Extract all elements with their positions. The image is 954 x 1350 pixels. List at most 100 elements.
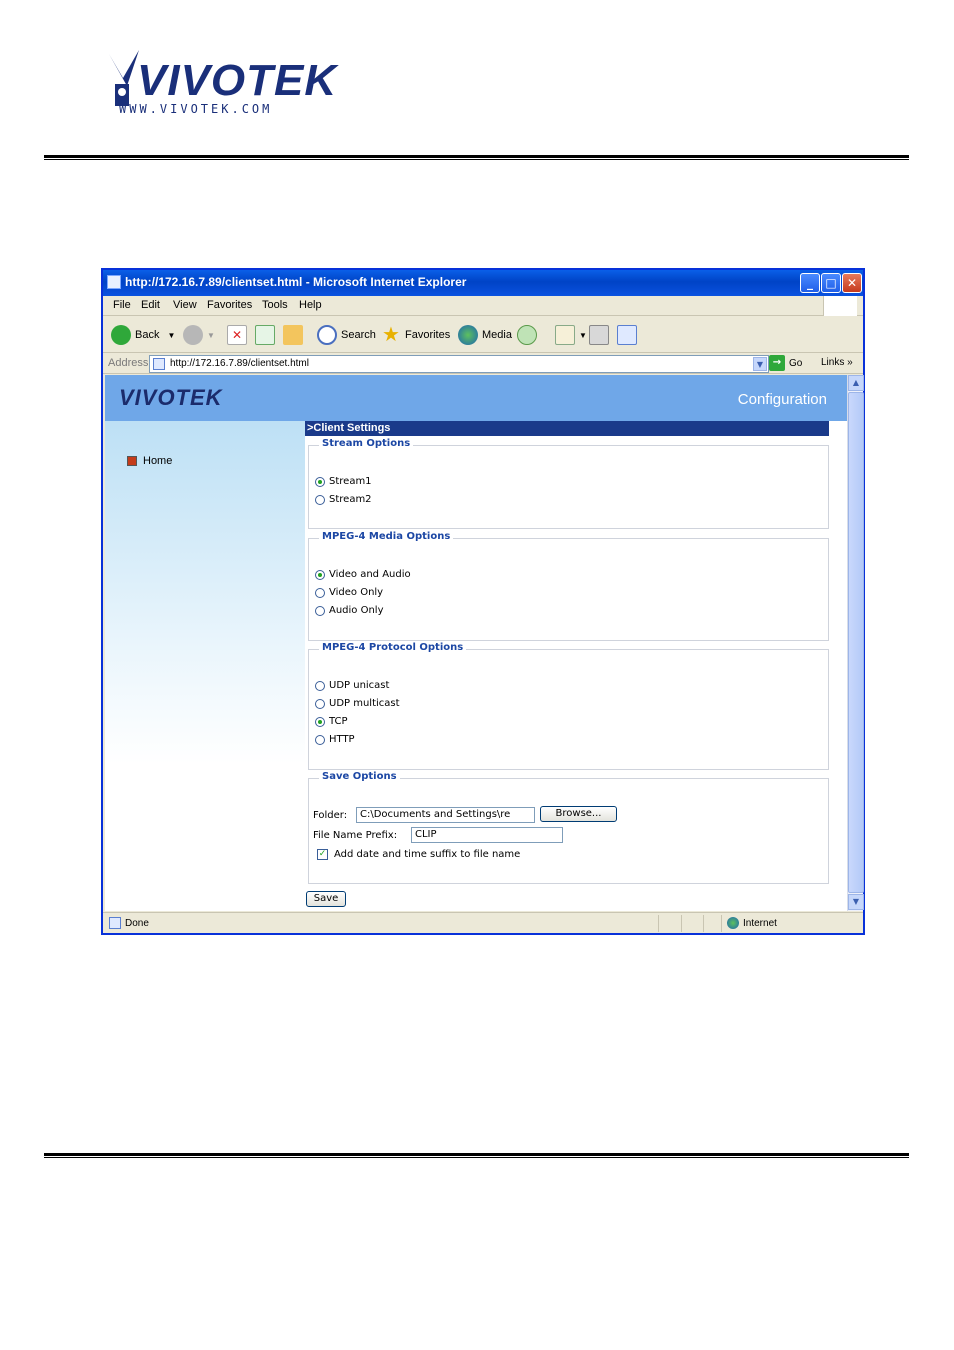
save-options-group: Save Options Folder: C:\Documents and Se… — [308, 771, 829, 884]
menu-file[interactable]: File — [113, 299, 131, 311]
status-divider — [658, 915, 659, 932]
menu-favorites[interactable]: Favorites — [207, 299, 252, 311]
radio-button-checked[interactable] — [315, 716, 325, 727]
status-bar: Done Internet — [103, 912, 863, 933]
menu-help[interactable]: Help — [299, 299, 322, 311]
address-dropdown-icon[interactable]: ▼ — [753, 357, 767, 371]
mail-button[interactable]: ▼ — [555, 323, 587, 347]
home-icon — [283, 325, 303, 345]
address-input[interactable]: http://172.16.7.89/clientset.html ▼ — [149, 355, 769, 373]
radio-button[interactable] — [315, 587, 325, 598]
scroll-up-icon[interactable]: ▲ — [848, 375, 864, 391]
arrow-right-icon — [127, 456, 137, 466]
page-icon — [153, 358, 165, 370]
nav-home-link[interactable]: Home — [127, 455, 172, 467]
back-dropdown-icon[interactable]: ▼ — [167, 331, 175, 340]
close-button[interactable]: ✕ — [842, 273, 862, 293]
printer-icon — [589, 325, 609, 345]
status-divider — [681, 915, 682, 932]
minimize-button[interactable]: _ — [800, 273, 820, 293]
radio-video-only[interactable]: Video Only — [315, 587, 383, 598]
scroll-down-icon[interactable]: ▼ — [848, 894, 864, 910]
radio-udp-multicast[interactable]: UDP multicast — [315, 698, 400, 709]
print-button[interactable] — [589, 323, 613, 347]
edit-button[interactable] — [617, 323, 641, 347]
go-button[interactable]: → Go — [769, 355, 802, 371]
scroll-thumb[interactable] — [848, 392, 864, 893]
checkbox-checked-icon[interactable]: ✓ — [317, 849, 328, 860]
radio-video-and-audio[interactable]: Video and Audio — [315, 569, 411, 580]
radio-button[interactable] — [315, 680, 325, 691]
page-done-icon — [109, 917, 121, 929]
radio-stream1[interactable]: Stream1 — [315, 476, 372, 487]
title-bar[interactable]: http://172.16.7.89/clientset.html - Micr… — [103, 270, 863, 296]
status-divider — [703, 915, 704, 932]
toolbar: Back ▼ ▼ ✕ Search ★ Favorites Media ▼ — [103, 317, 863, 353]
file-prefix-label: File Name Prefix: — [313, 830, 398, 841]
go-arrow-icon: → — [769, 355, 785, 371]
stop-button[interactable]: ✕ — [227, 323, 251, 347]
stop-icon: ✕ — [227, 325, 247, 345]
logo-url: WWW.VIVOTEK.COM — [119, 102, 273, 116]
back-button[interactable]: Back ▼ — [111, 323, 175, 347]
site-logo: VIVOTEK — [119, 385, 223, 410]
status-text: Done — [109, 917, 149, 929]
section-title: >Client Settings — [305, 421, 829, 436]
radio-udp-unicast[interactable]: UDP unicast — [315, 680, 389, 691]
vertical-scrollbar[interactable]: ▲ ▼ — [847, 375, 864, 911]
radio-stream2[interactable]: Stream2 — [315, 494, 372, 505]
menu-tools[interactable]: Tools — [262, 299, 288, 311]
media-options-legend: MPEG-4 Media Options — [319, 531, 454, 542]
suffix-checkbox-row[interactable]: ✓ Add date and time suffix to file name — [317, 849, 520, 860]
refresh-icon — [255, 325, 275, 345]
save-button[interactable]: Save — [306, 891, 346, 907]
radio-button[interactable] — [315, 698, 325, 709]
radio-button[interactable] — [315, 605, 325, 616]
back-arrow-icon — [111, 325, 131, 345]
search-icon — [317, 325, 337, 345]
configuration-title: Configuration — [737, 391, 827, 408]
logo-wordmark: VIVOTEK — [137, 56, 338, 105]
address-bar: Address http://172.16.7.89/clientset.htm… — [103, 354, 863, 374]
browse-button[interactable]: Browse... — [540, 806, 617, 822]
menu-bar: File Edit View Favorites Tools Help — [103, 296, 863, 316]
favorites-button[interactable]: ★ Favorites — [381, 323, 450, 347]
radio-audio-only[interactable]: Audio Only — [315, 605, 384, 616]
maximize-button[interactable]: □ — [821, 273, 841, 293]
address-url: http://172.16.7.89/clientset.html — [170, 358, 309, 369]
radio-button-checked[interactable] — [315, 569, 325, 580]
radio-button-checked[interactable] — [315, 476, 325, 487]
document-page: VIVOTEK WWW.VIVOTEK.COM http://172.16.7.… — [0, 0, 954, 1350]
file-prefix-input[interactable]: CLIP — [411, 827, 563, 843]
vivotek-logo: VIVOTEK WWW.VIVOTEK.COM — [105, 48, 336, 118]
stream-options-legend: Stream Options — [319, 438, 414, 449]
header-rule — [44, 155, 909, 160]
protocol-options-legend: MPEG-4 Protocol Options — [319, 642, 467, 653]
media-button[interactable]: Media — [458, 323, 512, 347]
search-button[interactable]: Search — [317, 323, 376, 347]
window-title: http://172.16.7.89/clientset.html - Micr… — [125, 275, 467, 289]
refresh-button[interactable] — [255, 323, 279, 347]
radio-tcp[interactable]: TCP — [315, 716, 348, 727]
media-options-group: MPEG-4 Media Options Video and Audio Vid… — [308, 531, 829, 641]
radio-button[interactable] — [315, 494, 325, 505]
menu-view[interactable]: View — [173, 299, 197, 311]
history-button[interactable] — [517, 323, 541, 347]
save-options-legend: Save Options — [319, 771, 400, 782]
home-button[interactable] — [283, 323, 307, 347]
forward-button[interactable]: ▼ — [183, 323, 215, 347]
mail-icon — [555, 325, 575, 345]
protocol-options-group: MPEG-4 Protocol Options UDP unicast UDP … — [308, 642, 829, 770]
radio-http[interactable]: HTTP — [315, 734, 355, 745]
security-zone: Internet — [727, 917, 777, 929]
menu-edit[interactable]: Edit — [141, 299, 160, 311]
links-button[interactable]: Links » — [821, 357, 853, 368]
status-divider — [721, 915, 722, 932]
folder-input[interactable]: C:\Documents and Settings\re — [356, 807, 535, 823]
windows-flag-icon — [823, 296, 857, 316]
browser-window: http://172.16.7.89/clientset.html - Micr… — [101, 268, 865, 935]
history-icon — [517, 325, 537, 345]
radio-button[interactable] — [315, 734, 325, 745]
folder-label: Folder: — [313, 810, 348, 821]
address-label: Address — [108, 357, 149, 369]
